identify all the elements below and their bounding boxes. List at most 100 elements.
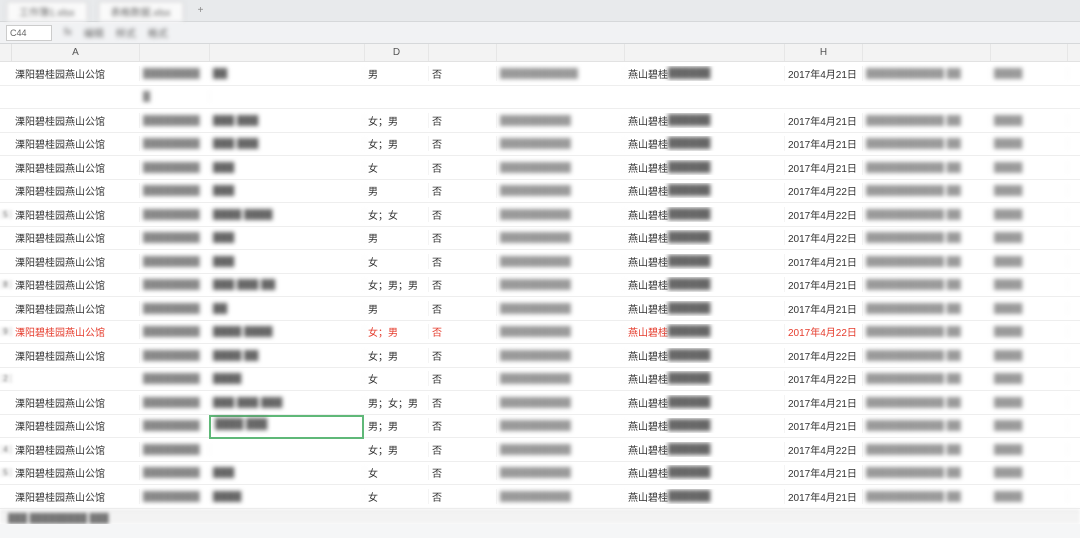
- row-number[interactable]: 2: [0, 374, 12, 383]
- cell-C[interactable]: ███: [210, 185, 365, 196]
- cell-D[interactable]: 女: [365, 465, 429, 480]
- cell-D[interactable]: 男: [365, 183, 429, 198]
- cell-B[interactable]: ████████: [140, 185, 210, 196]
- cell-F[interactable]: ██████████: [497, 491, 625, 502]
- cell-H[interactable]: 2017年4月21日: [785, 113, 863, 128]
- cell-C[interactable]: ████ ███: [210, 420, 365, 431]
- cell-F[interactable]: ██████████: [497, 232, 625, 243]
- col-header-D[interactable]: D: [365, 44, 429, 61]
- cell-F[interactable]: ███████████: [497, 68, 625, 79]
- cell-I[interactable]: ███████████ ██: [863, 491, 991, 502]
- cell-F[interactable]: ██████████: [497, 397, 625, 408]
- cell-C[interactable]: ███ ███: [210, 138, 365, 149]
- cell-F[interactable]: ██████████: [497, 373, 625, 384]
- cell-A[interactable]: 溧阳碧桂园燕山公馆: [12, 442, 140, 457]
- cell-G[interactable]: 燕山碧桂██████: [625, 207, 785, 222]
- cell-J[interactable]: ████: [991, 68, 1068, 79]
- cell-E[interactable]: 否: [429, 113, 497, 128]
- cell-E[interactable]: 否: [429, 136, 497, 151]
- cell-H[interactable]: 2017年4月21日: [785, 418, 863, 433]
- cell-D[interactable]: 女；男: [365, 113, 429, 128]
- cell-A[interactable]: 溧阳碧桂园燕山公馆: [12, 66, 140, 81]
- cell-J[interactable]: ████: [991, 467, 1068, 478]
- cell-D[interactable]: 女: [365, 489, 429, 504]
- cell-G[interactable]: 燕山碧桂██████: [625, 113, 785, 128]
- cell-F[interactable]: ██████████: [497, 185, 625, 196]
- cell-B[interactable]: ████████: [140, 491, 210, 502]
- cell-I[interactable]: ███████████ ██: [863, 115, 991, 126]
- table-row[interactable]: █: [0, 86, 1080, 110]
- cell-E[interactable]: 否: [429, 254, 497, 269]
- table-row[interactable]: 溧阳碧桂园燕山公馆████████████女否██████████燕山碧桂███…: [0, 485, 1080, 509]
- cell-J[interactable]: ████: [991, 279, 1068, 290]
- table-row[interactable]: 溧阳碧桂园燕山公馆███████████男否██████████燕山碧桂████…: [0, 180, 1080, 204]
- cell-B[interactable]: ████████: [140, 397, 210, 408]
- col-header-B[interactable]: [140, 44, 210, 61]
- cell-G[interactable]: 燕山碧桂██████: [625, 160, 785, 175]
- cell-I[interactable]: ███████████ ██: [863, 209, 991, 220]
- cell-J[interactable]: ████: [991, 185, 1068, 196]
- row-number[interactable]: 5: [0, 210, 12, 219]
- cell-A[interactable]: 溧阳碧桂园燕山公馆: [12, 136, 140, 151]
- cell-G[interactable]: 燕山碧桂██████: [625, 230, 785, 245]
- cell-G[interactable]: 燕山碧桂██████: [625, 301, 785, 316]
- cell-G[interactable]: 燕山碧桂██████: [625, 254, 785, 269]
- cell-I[interactable]: ███████████ ██: [863, 279, 991, 290]
- cell-E[interactable]: 否: [429, 160, 497, 175]
- cell-F[interactable]: ██████████: [497, 467, 625, 478]
- col-header-G[interactable]: [625, 44, 785, 61]
- cell-G[interactable]: 燕山碧桂██████: [625, 371, 785, 386]
- table-row[interactable]: 溧阳碧桂园燕山公馆████████████ ███男；男否██████████燕…: [0, 415, 1080, 439]
- cell-B[interactable]: ████████: [140, 373, 210, 384]
- cell-A[interactable]: 溧阳碧桂园燕山公馆: [12, 348, 140, 363]
- cell-I[interactable]: ███████████ ██: [863, 138, 991, 149]
- cell-I[interactable]: ███████████ ██: [863, 256, 991, 267]
- cell-D[interactable]: 男: [365, 301, 429, 316]
- cell-C[interactable]: ███: [210, 232, 365, 243]
- cell-B[interactable]: █: [140, 91, 210, 102]
- cell-B[interactable]: ████████: [140, 138, 210, 149]
- grid[interactable]: 溧阳碧桂园燕山公馆██████████男否███████████燕山碧桂████…: [0, 62, 1080, 510]
- cell-H[interactable]: 2017年4月22日: [785, 183, 863, 198]
- cell-G[interactable]: 燕山碧桂██████: [625, 418, 785, 433]
- cell-J[interactable]: ████: [991, 420, 1068, 431]
- cell-F[interactable]: ██████████: [497, 115, 625, 126]
- name-box[interactable]: C44: [6, 25, 52, 41]
- cell-D[interactable]: 女；男；男: [365, 277, 429, 292]
- cell-H[interactable]: 2017年4月22日: [785, 230, 863, 245]
- cell-E[interactable]: 否: [429, 418, 497, 433]
- add-tab-button[interactable]: +: [194, 4, 208, 18]
- cell-J[interactable]: ████: [991, 209, 1068, 220]
- select-all-corner[interactable]: [0, 44, 12, 61]
- row-number[interactable]: 8: [0, 280, 12, 289]
- table-row[interactable]: 溧阳碧桂园燕山公馆███████████ ███ ███男；女；男否██████…: [0, 391, 1080, 415]
- cell-E[interactable]: 否: [429, 207, 497, 222]
- table-row[interactable]: 溧阳碧桂园燕山公馆███████████ ███女；男否██████████燕山…: [0, 109, 1080, 133]
- sheet-area[interactable]: A D H 溧阳碧桂园燕山公馆██████████男否███████████燕山…: [0, 44, 1080, 524]
- cell-F[interactable]: ██████████: [497, 350, 625, 361]
- cell-F[interactable]: ██████████: [497, 303, 625, 314]
- cell-I[interactable]: ███████████ ██: [863, 397, 991, 408]
- table-row[interactable]: 溧阳碧桂园燕山公馆██████████男否███████████燕山碧桂████…: [0, 62, 1080, 86]
- cell-B[interactable]: ████████: [140, 350, 210, 361]
- cell-D[interactable]: 女；男: [365, 136, 429, 151]
- cell-A[interactable]: 溧阳碧桂园燕山公馆: [12, 254, 140, 269]
- cell-C[interactable]: ████ ████: [210, 209, 365, 220]
- table-row[interactable]: 溧阳碧桂园燕山公馆███████████女否██████████燕山碧桂████…: [0, 156, 1080, 180]
- cell-F[interactable]: ██████████: [497, 444, 625, 455]
- cell-A[interactable]: 溧阳碧桂园燕山公馆: [12, 395, 140, 410]
- cell-A[interactable]: 溧阳碧桂园燕山公馆: [12, 465, 140, 480]
- col-header-F[interactable]: [497, 44, 625, 61]
- cell-E[interactable]: 否: [429, 371, 497, 386]
- cell-H[interactable]: 2017年4月21日: [785, 66, 863, 81]
- cell-A[interactable]: 溧阳碧桂园燕山公馆: [12, 277, 140, 292]
- menu-item[interactable]: 编辑: [84, 25, 104, 40]
- table-row[interactable]: 溧阳碧桂园燕山公馆███████████ ███女；男否██████████燕山…: [0, 133, 1080, 157]
- cell-J[interactable]: ████: [991, 326, 1068, 337]
- cell-B[interactable]: ████████: [140, 209, 210, 220]
- table-row[interactable]: 溧阳碧桂园燕山公馆██████████男否██████████燕山碧桂█████…: [0, 297, 1080, 321]
- cell-H[interactable]: 2017年4月22日: [785, 348, 863, 363]
- cell-F[interactable]: ██████████: [497, 256, 625, 267]
- cell-I[interactable]: ███████████ ██: [863, 185, 991, 196]
- cell-I[interactable]: ███████████ ██: [863, 420, 991, 431]
